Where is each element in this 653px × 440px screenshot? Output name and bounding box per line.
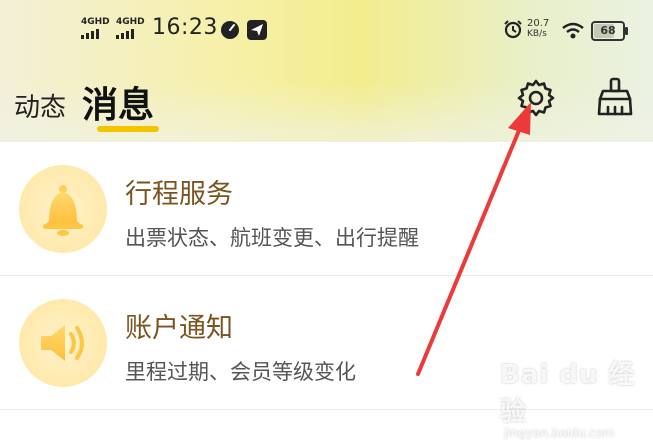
- wifi-icon: [562, 22, 584, 39]
- speaker-icon-badge: [19, 299, 107, 387]
- speedometer-icon: [221, 21, 239, 39]
- gear-icon: [517, 79, 555, 117]
- battery-level: 68: [600, 24, 616, 37]
- watermark-url: jingyan.baidu.com: [504, 426, 615, 440]
- broom-icon: [597, 77, 633, 116]
- clear-button[interactable]: [594, 76, 636, 118]
- tab-messages-label: 消息: [82, 85, 155, 126]
- active-tab-indicator: [97, 126, 159, 132]
- account-notice-subtitle: 里程过期、会员等级变化: [125, 360, 356, 384]
- tab-dynamic[interactable]: 动态: [14, 87, 66, 124]
- settings-button[interactable]: [516, 78, 556, 118]
- network-speed: 20.7 KB/s: [527, 18, 549, 40]
- send-app-icon: [247, 20, 267, 40]
- battery-indicator: 68: [591, 21, 628, 41]
- account-notice-title: 账户通知: [125, 313, 233, 344]
- speed-unit: KB/s: [527, 29, 547, 39]
- signal-1-icon: 4GHD: [81, 18, 110, 39]
- signal-2-icon: 4GHD: [116, 18, 145, 39]
- alarm-icon: [504, 20, 522, 39]
- watermark: Bai du 经验 jingyan.baidu.com: [500, 354, 653, 440]
- speaker-icon: [41, 325, 84, 361]
- trip-service-subtitle: 出票状态、航班变更、出行提醒: [125, 226, 419, 250]
- trip-service-title: 行程服务: [125, 179, 233, 210]
- tab-messages[interactable]: 消息: [82, 76, 154, 128]
- speed-value: 20.7: [527, 18, 550, 29]
- bell-icon: [43, 185, 83, 236]
- watermark-brand: Bai du 经验: [500, 360, 636, 427]
- network-label-2: 4GHD: [116, 17, 145, 27]
- status-bar: 4GHD 4GHD 16:23 20.7 KB/s 68: [0, 0, 653, 60]
- list-item-trip-service[interactable]: 行程服务 出票状态、航班变更、出行提醒: [0, 142, 653, 276]
- top-tabs: 动态 消息: [14, 76, 154, 128]
- clock: 16:23: [152, 15, 218, 40]
- network-label-1: 4GHD: [81, 17, 110, 27]
- bell-icon-badge: [19, 165, 107, 253]
